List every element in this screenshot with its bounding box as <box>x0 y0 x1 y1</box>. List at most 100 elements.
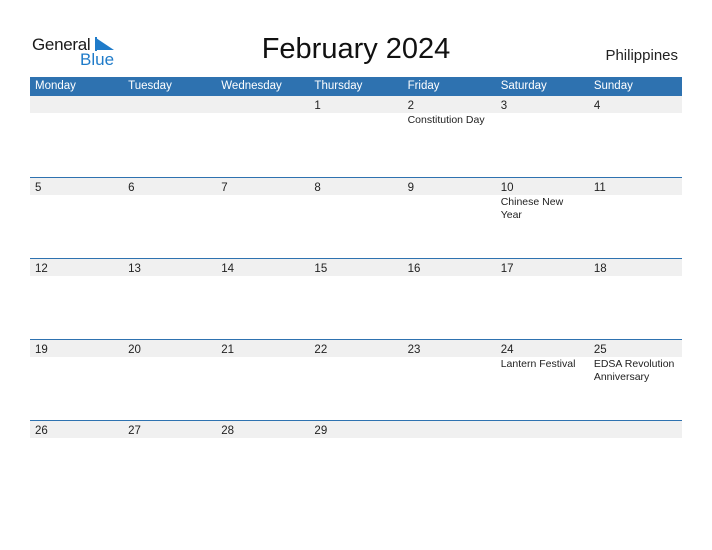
week-events: Lantern Festival EDSA Revolution Annivers… <box>30 357 682 384</box>
day-number: 15 <box>314 263 328 275</box>
day-cell <box>403 421 496 438</box>
calendar-grid: Monday Tuesday Wednesday Thursday Friday… <box>30 77 682 501</box>
day-number: 17 <box>500 263 514 275</box>
day-number: 26 <box>35 425 48 437</box>
day-number: 4 <box>593 100 601 112</box>
holiday-label <box>216 438 309 439</box>
holiday-label <box>30 276 123 277</box>
day-number: 25 <box>593 344 607 356</box>
week-date-bar: 1 2 3 4 <box>30 96 682 113</box>
country-label: Philippines <box>605 47 678 64</box>
day-number: 29 <box>314 425 328 437</box>
day-cell: 28 <box>216 421 309 438</box>
day-number: 14 <box>221 263 235 275</box>
holiday-label: Chinese New Year <box>500 196 564 221</box>
day-cell: 4 <box>589 96 682 113</box>
day-cell <box>496 421 589 438</box>
day-number: 2 <box>407 100 414 112</box>
day-cell: 22 <box>309 340 402 357</box>
day-cell: 1 <box>309 96 402 113</box>
day-number: 16 <box>407 263 421 275</box>
day-cell: 29 <box>309 421 402 438</box>
day-number: 13 <box>128 263 141 275</box>
day-cell: 25 <box>589 340 682 357</box>
day-cell: 26 <box>30 421 123 438</box>
holiday-label <box>123 438 216 439</box>
holiday-label <box>589 438 682 439</box>
holiday-label <box>30 195 123 222</box>
holiday-label <box>123 195 216 222</box>
day-cell: 24 <box>496 340 589 357</box>
holiday-label <box>496 438 589 439</box>
weekday-saturday: Saturday <box>500 80 547 92</box>
day-cell: 17 <box>496 259 589 276</box>
holiday-label <box>123 276 216 277</box>
week-row: 5 6 7 8 9 10 11 Chinese New Year <box>30 177 682 258</box>
day-cell: 27 <box>123 421 216 438</box>
day-cell: 19 <box>30 340 123 357</box>
day-number: 23 <box>407 344 421 356</box>
day-number: 7 <box>221 182 228 194</box>
week-row: 19 20 21 22 23 24 25 Lantern Festival EDSA Revol… <box>30 339 682 420</box>
day-number: 12 <box>35 263 48 275</box>
holiday-label <box>216 357 309 384</box>
week-events <box>30 438 682 439</box>
day-cell <box>30 96 123 113</box>
day-number: 28 <box>221 425 235 437</box>
weekday-monday: Monday <box>35 80 76 92</box>
day-cell: 12 <box>30 259 123 276</box>
holiday-label <box>30 357 123 384</box>
holiday-label: Lantern Festival <box>500 358 576 370</box>
holiday-label <box>216 276 309 277</box>
week-date-bar: 26 27 28 29 <box>30 420 682 438</box>
weekday-friday: Friday <box>407 80 440 92</box>
day-cell: 8 <box>309 178 402 195</box>
week-date-bar: 19 20 21 22 23 24 25 <box>30 339 682 357</box>
day-cell <box>123 96 216 113</box>
day-number: 27 <box>128 425 141 437</box>
week-events: Chinese New Year <box>30 195 682 222</box>
holiday-label <box>30 438 123 439</box>
weekday-wednesday: Wednesday <box>221 80 282 92</box>
day-cell: 20 <box>123 340 216 357</box>
day-number: 5 <box>35 182 42 194</box>
day-cell <box>216 96 309 113</box>
day-cell: 2 <box>403 96 496 113</box>
day-cell: 13 <box>123 259 216 276</box>
week-date-bar: 12 13 14 15 16 17 18 <box>30 258 682 276</box>
holiday-label <box>30 113 123 127</box>
day-number: 11 <box>593 182 606 194</box>
holiday-label <box>403 438 496 439</box>
week-events <box>30 276 682 277</box>
day-cell: 16 <box>403 259 496 276</box>
holiday-label: Constitution Day <box>407 114 485 126</box>
day-number: 10 <box>500 182 514 194</box>
day-cell: 10 <box>496 178 589 195</box>
weekday-sunday: Sunday <box>593 80 633 92</box>
holiday-label <box>589 276 682 277</box>
day-cell: 21 <box>216 340 309 357</box>
holiday-label <box>216 113 309 127</box>
day-cell <box>589 421 682 438</box>
holiday-label <box>403 195 496 222</box>
day-cell: 6 <box>123 178 216 195</box>
holiday-label <box>496 276 589 277</box>
day-cell: 7 <box>216 178 309 195</box>
weekday-thursday: Thursday <box>314 80 363 92</box>
day-number: 3 <box>500 100 508 112</box>
week-row: 12 13 14 15 16 17 18 <box>30 258 682 339</box>
day-number: 20 <box>128 344 141 356</box>
day-number: 22 <box>314 344 328 356</box>
day-cell: 9 <box>403 178 496 195</box>
week-date-bar: 5 6 7 8 9 10 11 <box>30 177 682 195</box>
week-events: Constitution Day <box>30 113 682 127</box>
holiday-label <box>123 357 216 384</box>
day-number: 9 <box>407 182 414 194</box>
holiday-label <box>216 195 309 222</box>
day-number: 19 <box>35 344 48 356</box>
holiday-label <box>309 357 402 384</box>
holiday-label <box>403 276 496 277</box>
day-number: 24 <box>500 344 514 356</box>
weekday-tuesday: Tuesday <box>128 80 172 92</box>
day-cell: 23 <box>403 340 496 357</box>
